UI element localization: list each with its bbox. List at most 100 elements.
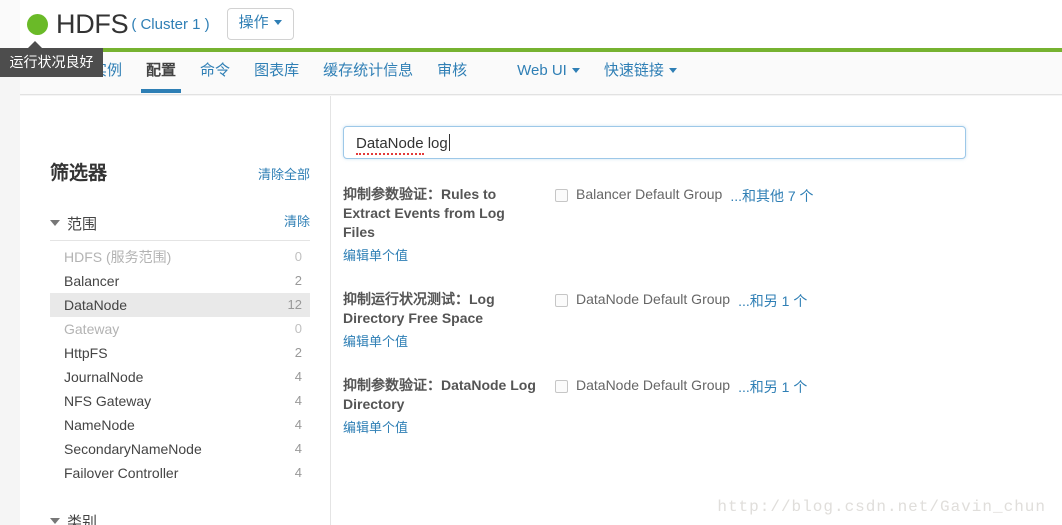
facet-item-label: Failover Controller — [64, 464, 179, 481]
search-term-misspelled: DataNode — [356, 134, 424, 155]
result-checkbox[interactable] — [555, 380, 568, 393]
facet-item-count: 4 — [294, 464, 302, 480]
tooltip-text: 运行状况良好 — [9, 54, 94, 70]
actions-button[interactable]: 操作 — [226, 8, 294, 40]
chevron-down-icon — [273, 20, 282, 26]
facet-item-label: SecondaryNameNode — [64, 440, 202, 457]
text-cursor — [448, 133, 450, 151]
facet-scope-title-label: 范围 — [67, 215, 98, 233]
facet-item-label: DataNode — [64, 296, 128, 313]
chevron-down-icon — [50, 220, 60, 226]
tab-commands-label: 命令 — [200, 62, 231, 79]
facet-item-count: 0 — [294, 248, 302, 264]
facet-item-count: 4 — [294, 392, 302, 408]
search-input-value: DataNode log — [356, 133, 450, 155]
watermark: http://blog.csdn.net/Gavin_chun — [717, 498, 1046, 516]
facet-scope-header[interactable]: 范围 清除 — [50, 211, 310, 241]
facet-category-header[interactable]: 类别 — [50, 511, 310, 525]
tab-configuration[interactable]: 配置 — [134, 52, 188, 92]
green-status-dot[interactable] — [27, 13, 48, 35]
facet-item-gateway[interactable]: Gateway 0 — [50, 317, 310, 341]
facet-item-label: HDFS (服务范围) — [64, 248, 172, 265]
page-header: HDFS ( Cluster 1 ) 操作 — [0, 0, 1062, 49]
facet-item-count: 2 — [294, 272, 302, 288]
edit-individual-values-link[interactable]: 编辑单个值 — [343, 245, 539, 264]
tab-audits[interactable]: 审核 — [425, 52, 479, 92]
result-checkbox[interactable] — [555, 294, 568, 307]
tab-web-ui[interactable]: Web UI — [505, 52, 592, 92]
cloudera-manager-configuration-page: HDFS ( Cluster 1 ) 操作 状态 实例 配置 命令 图表库 缓存… — [0, 0, 1062, 525]
facet-scope-clear-link[interactable]: 清除 — [284, 211, 310, 230]
tab-web-ui-label: Web UI — [517, 62, 567, 79]
facet-item-label: NameNode — [64, 416, 135, 433]
search-term-rest: log — [423, 134, 448, 152]
result-left: 抑制运行状况测试：Log Directory Free Space 编辑单个值 — [343, 290, 555, 350]
facet-item-journalnode[interactable]: JournalNode 4 — [50, 365, 310, 389]
result-row: 抑制运行状况测试：Log Directory Free Space 编辑单个值 … — [343, 290, 1042, 350]
tab-quick-links[interactable]: 快速链接 — [592, 52, 689, 92]
facet-category: 类别 — [50, 511, 310, 525]
facet-item-count: 12 — [287, 296, 302, 312]
tab-quick-links-label: 快速链接 — [603, 62, 664, 79]
facet-item-balancer[interactable]: Balancer 2 — [50, 269, 310, 293]
facet-item-nfs-gateway[interactable]: NFS Gateway 4 — [50, 389, 310, 413]
facet-item-count: 4 — [294, 416, 302, 432]
tab-commands[interactable]: 命令 — [188, 52, 242, 92]
result-group-name: DataNode Default Group — [576, 377, 731, 393]
facet-scope: 范围 清除 HDFS (服务范围) 0 Balancer 2 DataNode 12 … — [50, 211, 310, 485]
facet-item-label: Balancer — [64, 272, 120, 289]
search-input[interactable]: DataNode log — [343, 126, 966, 159]
facet-scope-list: HDFS (服务范围) 0 Balancer 2 DataNode 12 Gatewa… — [50, 245, 310, 485]
edit-individual-values-link[interactable]: 编辑单个值 — [343, 331, 539, 350]
content-wrapper: 筛选器 清除全部 范围 清除 HDFS (服务范围) 0 Balancer 2 Da… — [20, 96, 1062, 525]
results-panel: DataNode log 抑制参数验证：Rules to Extract Eve… — [330, 96, 1062, 525]
facet-scope-title: 范围 — [50, 213, 97, 234]
result-more-link[interactable]: ...和其他 7 个 — [730, 186, 813, 206]
facet-item-httpfs[interactable]: HttpFS 2 — [50, 341, 310, 365]
filters-title: 筛选器 — [50, 163, 108, 184]
facet-item-count: 4 — [294, 440, 302, 456]
tab-cache-statistics[interactable]: 缓存统计信息 — [311, 52, 425, 92]
result-right: DataNode Default Group ...和另 1 个 — [555, 290, 807, 350]
result-more-link[interactable]: ...和另 1 个 — [738, 377, 807, 397]
facet-item-label: HttpFS — [64, 344, 108, 361]
result-more-link[interactable]: ...和另 1 个 — [738, 291, 807, 311]
facet-item-hdfs-service-wide[interactable]: HDFS (服务范围) 0 — [50, 245, 310, 269]
header-inner: HDFS ( Cluster 1 ) 操作 — [20, 0, 1062, 48]
page-body: 筛选器 清除全部 范围 清除 HDFS (服务范围) 0 Balancer 2 Da… — [20, 96, 1062, 525]
facet-item-failover-controller[interactable]: Failover Controller 4 — [50, 461, 310, 485]
chevron-down-icon — [571, 68, 580, 73]
edit-individual-values-link[interactable]: 编辑单个值 — [343, 417, 539, 436]
result-group-name: Balancer Default Group — [576, 186, 723, 202]
facet-category-title: 类别 — [50, 511, 97, 525]
cluster-label: ( Cluster 1 ) — [131, 15, 210, 33]
health-status-tooltip: 运行状况良好 — [0, 41, 103, 77]
result-right: Balancer Default Group ...和其他 7 个 — [555, 185, 814, 264]
tooltip-arrow-icon — [27, 41, 43, 49]
result-property-name: 抑制运行状况测试：Log Directory Free Space — [343, 291, 495, 326]
chevron-down-icon — [668, 68, 677, 73]
result-row: 抑制参数验证：Rules to Extract Events from Log … — [343, 185, 1042, 264]
result-property-name: 抑制参数验证：DataNode Log Directory — [343, 377, 536, 412]
filters-sidebar: 筛选器 清除全部 范围 清除 HDFS (服务范围) 0 Balancer 2 Da… — [20, 96, 330, 525]
tab-configuration-label: 配置 — [146, 62, 177, 79]
facet-item-secondarynamenode[interactable]: SecondaryNameNode 4 — [50, 437, 310, 461]
facet-item-label: JournalNode — [64, 368, 144, 385]
result-left: 抑制参数验证：DataNode Log Directory 编辑单个值 — [343, 376, 555, 436]
result-checkbox[interactable] — [555, 189, 568, 202]
facet-item-count: 2 — [294, 344, 302, 360]
tab-audits-label: 审核 — [437, 62, 468, 79]
facet-item-count: 0 — [294, 320, 302, 336]
result-group-name: DataNode Default Group — [576, 291, 731, 307]
facet-item-datanode[interactable]: DataNode 12 — [50, 292, 310, 317]
tab-cache-statistics-label: 缓存统计信息 — [323, 62, 414, 79]
tab-charts-library[interactable]: 图表库 — [242, 52, 311, 92]
facet-item-namenode[interactable]: NameNode 4 — [50, 413, 310, 437]
service-name: HDFS — [56, 8, 129, 39]
filters-header: 筛选器 清除全部 — [50, 158, 310, 185]
result-row: 抑制参数验证：DataNode Log Directory 编辑单个值 Data… — [343, 376, 1042, 436]
facet-item-label: NFS Gateway — [64, 392, 152, 409]
result-property-name: 抑制参数验证：Rules to Extract Events from Log … — [343, 186, 505, 240]
clear-all-link[interactable]: 清除全部 — [258, 164, 310, 183]
result-left: 抑制参数验证：Rules to Extract Events from Log … — [343, 185, 555, 264]
